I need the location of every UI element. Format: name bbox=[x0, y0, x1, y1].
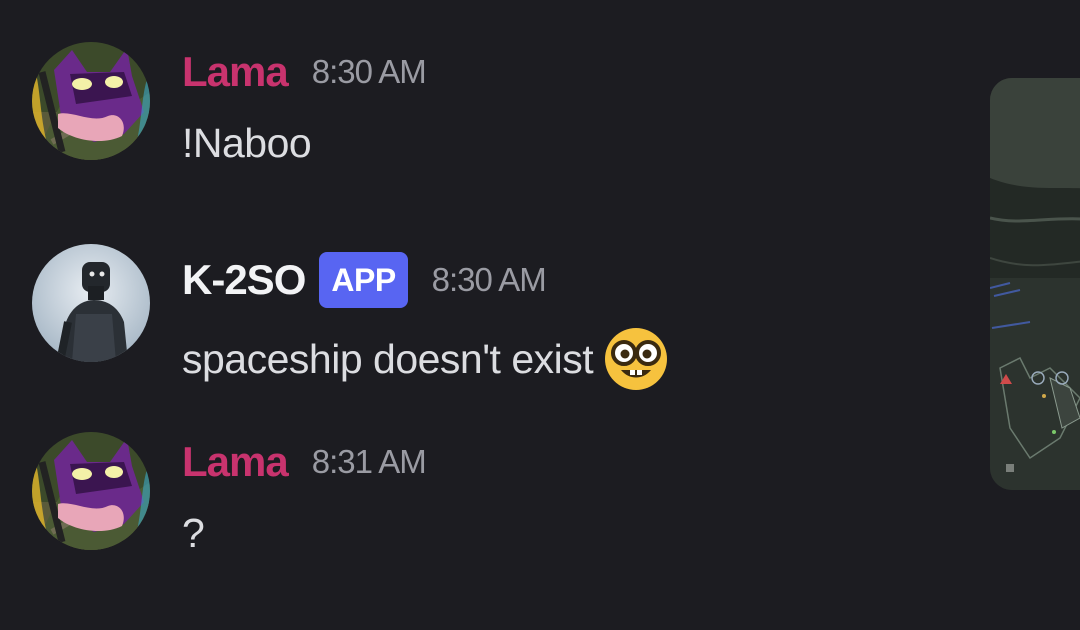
image-attachment-preview[interactable] bbox=[990, 78, 1080, 490]
message-header: Lama 8:31 AM bbox=[182, 432, 427, 492]
masked-character-avatar-icon bbox=[32, 42, 150, 160]
author-name[interactable]: Lama bbox=[182, 438, 289, 486]
chat-message: Lama 8:30 AM !Naboo bbox=[32, 42, 792, 172]
message-header: Lama 8:30 AM bbox=[182, 42, 427, 102]
message-text: !Naboo bbox=[182, 120, 312, 166]
map-screenshot-thumbnail-icon bbox=[990, 78, 1080, 490]
chat-message: K-2SO APP 8:30 AM spaceship doesn't exis… bbox=[32, 244, 792, 390]
chat-message: Lama 8:31 AM ? bbox=[32, 432, 792, 562]
message-timestamp[interactable]: 8:31 AM bbox=[312, 443, 427, 481]
author-name[interactable]: K-2SO bbox=[182, 256, 306, 304]
user-avatar-k2so[interactable] bbox=[32, 244, 150, 362]
nerd-face-emoji-icon[interactable] bbox=[603, 326, 669, 392]
message-timestamp[interactable]: 8:30 AM bbox=[432, 261, 547, 299]
message-content: spaceship doesn't exist bbox=[182, 326, 669, 392]
chat-message-list: Lama 8:30 AM !Naboo K-2SO APP 8:30 AM sp… bbox=[0, 0, 1080, 630]
user-avatar-lama[interactable] bbox=[32, 42, 150, 160]
message-text: spaceship doesn't exist bbox=[182, 336, 594, 382]
message-content: !Naboo bbox=[182, 118, 312, 168]
message-text: ? bbox=[182, 510, 205, 556]
message-content: ? bbox=[182, 508, 205, 558]
message-timestamp[interactable]: 8:30 AM bbox=[312, 53, 427, 91]
masked-character-avatar-icon bbox=[32, 432, 150, 550]
message-header: K-2SO APP 8:30 AM bbox=[182, 250, 547, 310]
user-avatar-lama[interactable] bbox=[32, 432, 150, 550]
droid-avatar-icon bbox=[32, 244, 150, 362]
author-name[interactable]: Lama bbox=[182, 48, 289, 96]
app-badge: APP bbox=[319, 252, 408, 308]
